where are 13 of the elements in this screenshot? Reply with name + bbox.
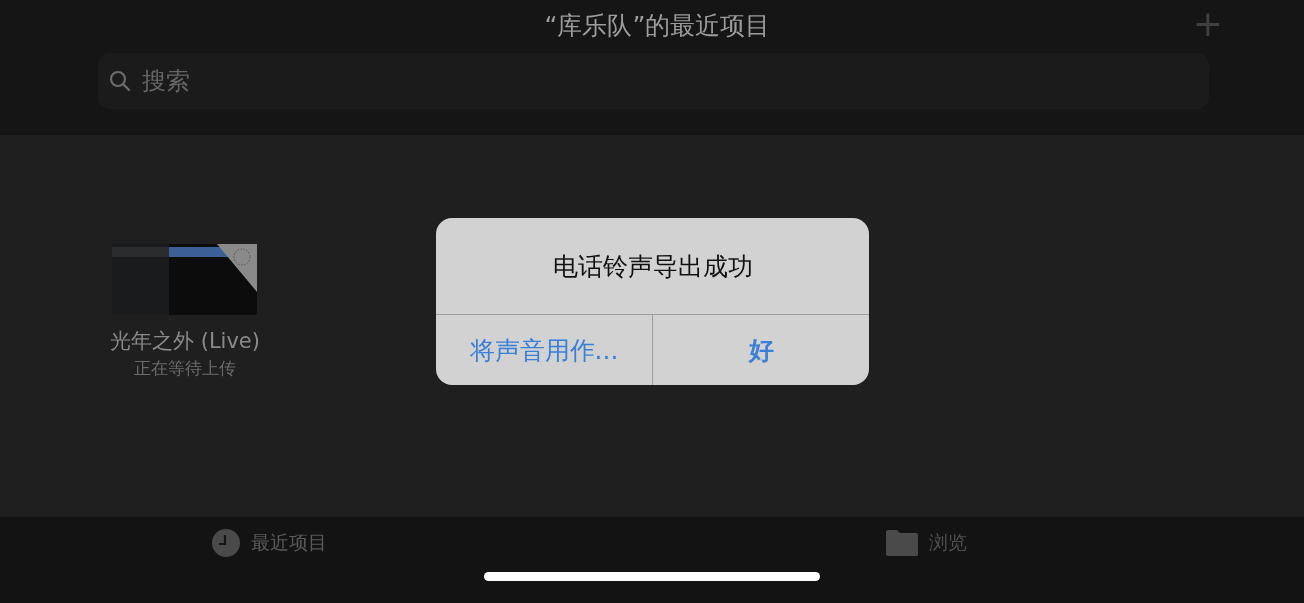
search-field[interactable]: 搜索: [98, 53, 1209, 109]
tab[interactable]: 浏览: [657, 528, 1304, 558]
alert-title: 电话铃声导出成功: [436, 218, 869, 315]
clock-icon: [210, 528, 241, 558]
folder-icon: [884, 529, 919, 557]
project-name: 光年之外 (Live): [110, 328, 260, 355]
add-button[interactable]: +: [1188, 6, 1227, 42]
project-status: 正在等待上传: [134, 357, 236, 380]
screen-title: “库乐队”的最近项目: [544, 9, 771, 42]
tab[interactable]: 最近项目: [0, 528, 657, 558]
alert-button[interactable]: 将声音用作...: [436, 315, 653, 385]
alert-button[interactable]: 好: [653, 315, 869, 385]
project-thumbnail-drawing[interactable]: [111, 244, 257, 315]
